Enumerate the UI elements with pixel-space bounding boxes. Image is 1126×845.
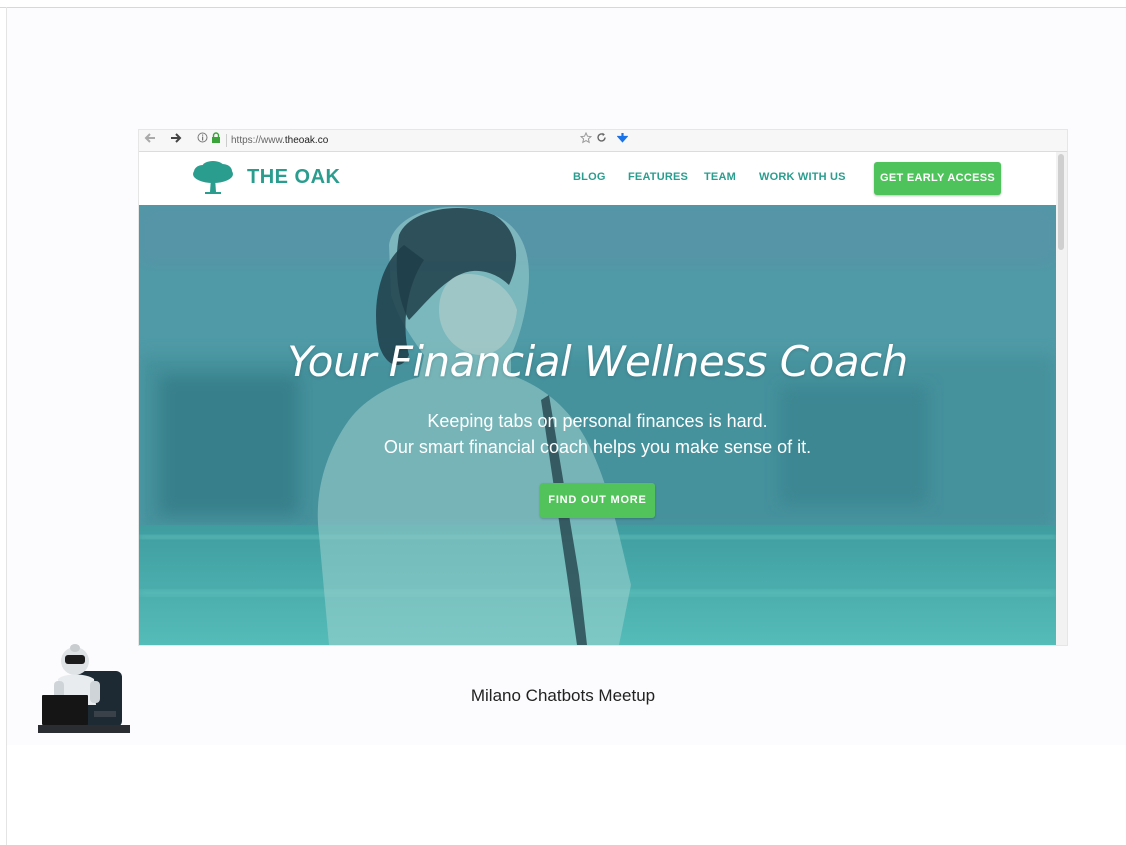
url-domain: theoak.co: [284, 135, 329, 146]
nav-link-work-with-us[interactable]: WORK WITH US: [759, 171, 846, 183]
url-text[interactable]: https://www.theoak.co: [231, 133, 328, 148]
find-out-more-button[interactable]: FIND OUT MORE: [540, 483, 655, 518]
nav-link-features[interactable]: FEATURES: [628, 171, 688, 183]
hero-subtitle-line-2: Our smart financial coach helps you make…: [383, 437, 812, 457]
scrollbar-thumb[interactable]: [1058, 154, 1064, 250]
reload-icon[interactable]: [595, 132, 607, 148]
browser-window: https://www.theoak.co THE OAK BLOG FEATU…: [139, 130, 1067, 645]
download-icon[interactable]: [616, 132, 628, 148]
slide-caption: Milano Chatbots Meetup: [470, 686, 656, 705]
back-arrow-icon[interactable]: [143, 132, 157, 148]
hero-section: Your Financial Wellness Coach Keeping ta…: [139, 205, 1056, 645]
site-navbar: THE OAK BLOG FEATURES TEAM WORK WITH US …: [139, 152, 1056, 205]
info-icon[interactable]: [196, 132, 208, 148]
lock-icon: [210, 132, 222, 148]
forward-arrow-icon[interactable]: [169, 132, 183, 148]
url-separator: [226, 134, 227, 147]
hero-subtitle-line-1: Keeping tabs on personal finances is har…: [427, 411, 768, 431]
oak-tree-logo-icon[interactable]: [191, 160, 235, 196]
nav-link-blog[interactable]: BLOG: [573, 171, 606, 183]
hero-title: Your Financial Wellness Coach: [287, 337, 908, 386]
nav-link-team[interactable]: TEAM: [704, 171, 736, 183]
brand-name[interactable]: THE OAK: [247, 166, 341, 189]
url-prefix: https://www.: [231, 135, 285, 146]
address-bar[interactable]: https://www.theoak.co: [139, 130, 1067, 152]
web-page: THE OAK BLOG FEATURES TEAM WORK WITH US …: [139, 152, 1056, 645]
page-scrollbar[interactable]: [1056, 152, 1067, 645]
star-icon[interactable]: [579, 131, 593, 148]
get-early-access-button[interactable]: GET EARLY ACCESS: [874, 162, 1001, 195]
